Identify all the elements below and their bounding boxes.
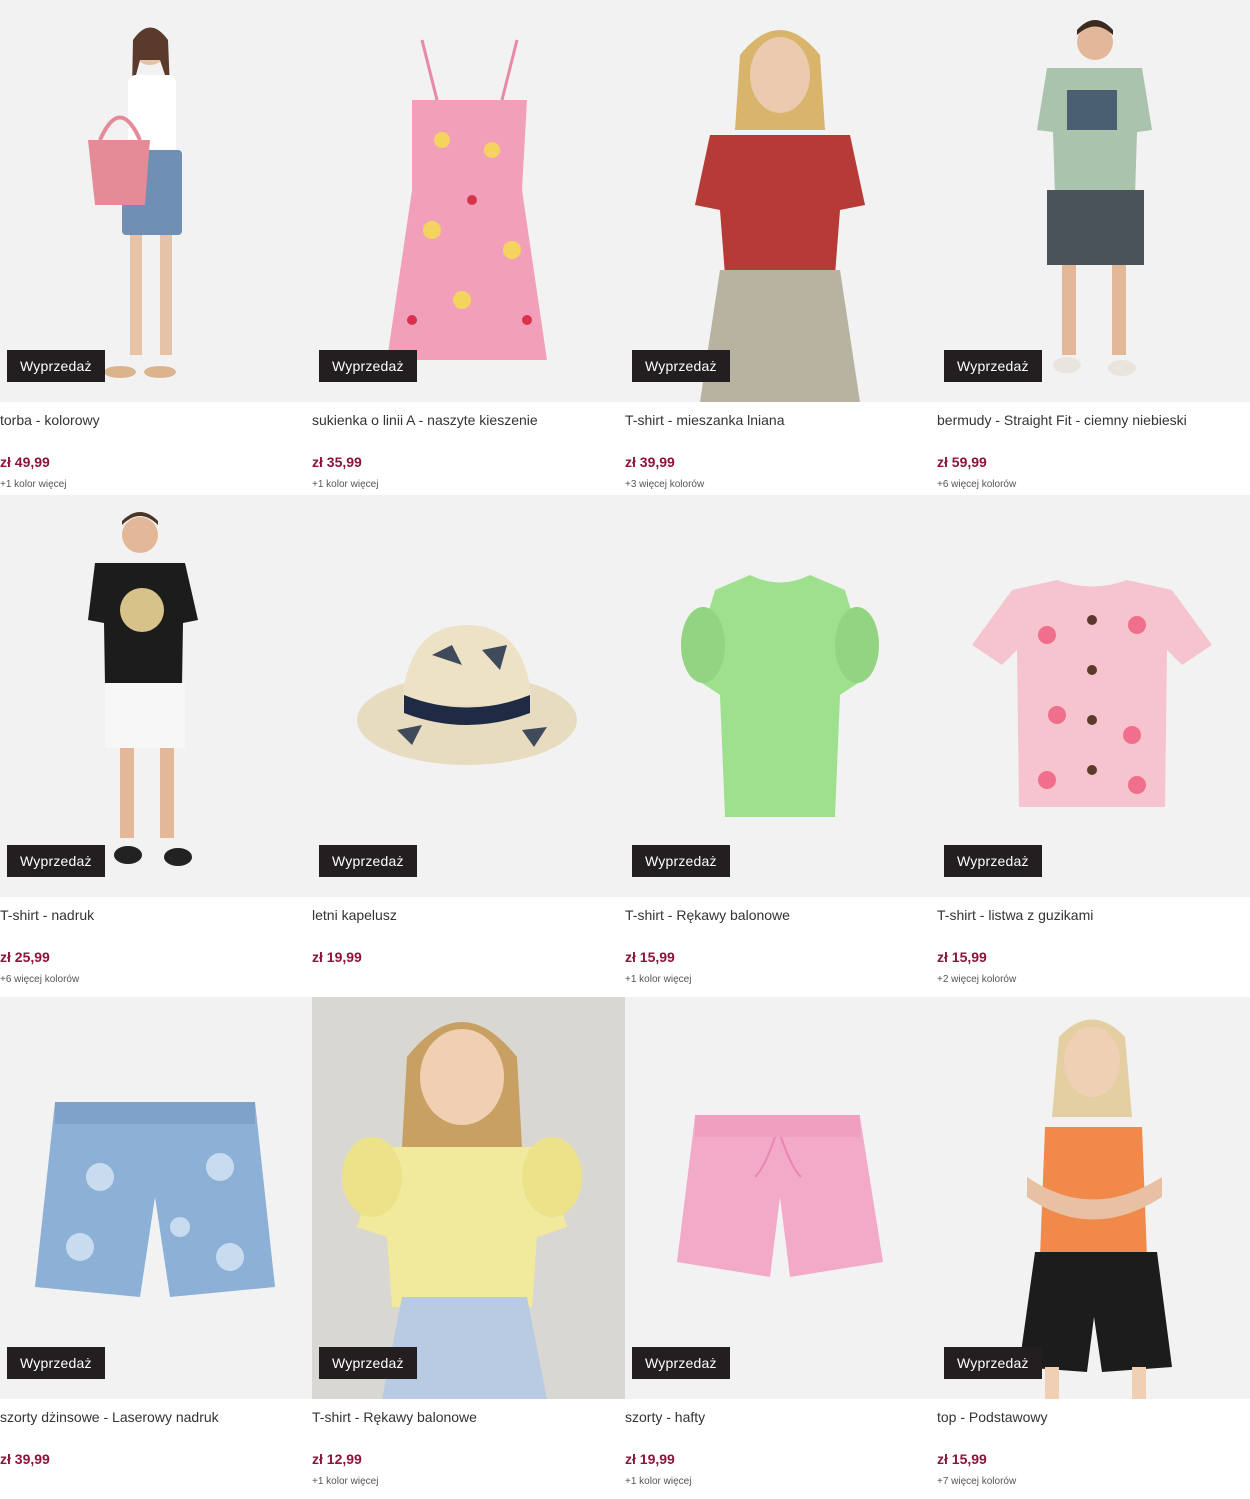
sale-badge: Wyprzedaż	[319, 845, 417, 877]
pink-shorts-image	[625, 997, 938, 1399]
product-price: zł 19,99	[625, 1451, 675, 1467]
girl-yellow-tshirt-image	[312, 997, 625, 1399]
product-title[interactable]: bermudy - Straight Fit - ciemny niebiesk…	[937, 412, 1250, 432]
woman-shorts-bag-image	[0, 0, 313, 402]
sale-badge: Wyprzedaż	[319, 350, 417, 382]
sale-badge: Wyprzedaż	[632, 1347, 730, 1379]
sale-badge: Wyprzedaż	[944, 350, 1042, 382]
product-title[interactable]: T-shirt - Rękawy balonowe	[625, 907, 938, 927]
sale-badge: Wyprzedaż	[7, 1347, 105, 1379]
sale-badge: Wyprzedaż	[7, 350, 105, 382]
product-image[interactable]: Wyprzedaż	[312, 495, 625, 897]
sale-badge: Wyprzedaż	[632, 845, 730, 877]
product-price: zł 15,99	[625, 949, 675, 965]
product-image[interactable]: Wyprzedaż	[0, 997, 313, 1399]
more-colors[interactable]	[312, 974, 625, 986]
more-colors[interactable]: +1 kolor więcej	[625, 1476, 938, 1488]
product-price: zł 39,99	[0, 1451, 50, 1467]
product-image[interactable]: Wyprzedaż	[937, 0, 1250, 402]
product-image[interactable]: Wyprzedaż	[0, 0, 313, 402]
product-price: zł 12,99	[312, 1451, 362, 1467]
product-title[interactable]: T-shirt - Rękawy balonowe	[312, 1409, 625, 1429]
product-card[interactable]: Wyprzedaż T-shirt - mieszanka lniana zł …	[625, 0, 938, 491]
product-price: zł 59,99	[937, 454, 987, 470]
sale-badge: Wyprzedaż	[632, 350, 730, 382]
pink-floral-tshirt-image	[937, 495, 1250, 897]
sale-badge: Wyprzedaż	[944, 845, 1042, 877]
more-colors[interactable]	[0, 1476, 313, 1488]
product-card[interactable]: Wyprzedaż bermudy - Straight Fit - ciemn…	[937, 0, 1250, 491]
product-title[interactable]: sukienka o linii A - naszyte kieszenie	[312, 412, 625, 432]
product-image[interactable]: Wyprzedaż	[625, 0, 938, 402]
product-card[interactable]: Wyprzedaż szorty dżinsowe - Laserowy nad…	[0, 997, 313, 1488]
man-green-tshirt-image	[937, 0, 1250, 402]
more-colors[interactable]: +2 więcej kolorów	[937, 974, 1250, 986]
woman-orange-top-image	[937, 997, 1250, 1399]
product-title[interactable]: T-shirt - nadruk	[0, 907, 313, 927]
more-colors[interactable]: +1 kolor więcej	[312, 1476, 625, 1488]
product-image[interactable]: Wyprzedaż	[937, 997, 1250, 1399]
product-price: zł 25,99	[0, 949, 50, 965]
product-price: zł 15,99	[937, 949, 987, 965]
product-title[interactable]: T-shirt - listwa z guzikami	[937, 907, 1250, 927]
pink-dress-image	[312, 0, 625, 402]
product-image[interactable]: Wyprzedaż	[312, 0, 625, 402]
more-colors[interactable]: +3 więcej kolorów	[625, 479, 938, 491]
product-price: zł 15,99	[937, 1451, 987, 1467]
sale-badge: Wyprzedaż	[319, 1347, 417, 1379]
product-grid: Wyprzedaż torba - kolorowy zł 49,99 +1 k…	[0, 0, 1250, 1499]
green-tshirt-image	[625, 495, 938, 897]
man-black-tshirt-image	[0, 495, 313, 897]
product-image[interactable]: Wyprzedaż	[937, 495, 1250, 897]
more-colors[interactable]: +6 więcej kolorów	[0, 974, 313, 986]
straw-hat-image	[312, 495, 625, 897]
product-price: zł 35,99	[312, 454, 362, 470]
product-price: zł 49,99	[0, 454, 50, 470]
sale-badge: Wyprzedaż	[944, 1347, 1042, 1379]
product-image[interactable]: Wyprzedaż	[0, 495, 313, 897]
product-title[interactable]: torba - kolorowy	[0, 412, 313, 432]
more-colors[interactable]: +1 kolor więcej	[312, 479, 625, 491]
denim-shorts-image	[0, 997, 313, 1399]
product-title[interactable]: top - Podstawowy	[937, 1409, 1250, 1429]
woman-red-tshirt-image	[625, 0, 938, 402]
product-title[interactable]: T-shirt - mieszanka lniana	[625, 412, 938, 432]
product-card[interactable]: Wyprzedaż sukienka o linii A - naszyte k…	[312, 0, 625, 491]
product-price: zł 19,99	[312, 949, 362, 965]
product-title[interactable]: szorty - hafty	[625, 1409, 938, 1429]
product-card[interactable]: Wyprzedaż top - Podstawowy zł 15,99 +7 w…	[937, 997, 1250, 1488]
more-colors[interactable]: +1 kolor więcej	[0, 479, 313, 491]
product-image[interactable]: Wyprzedaż	[625, 997, 938, 1399]
product-title[interactable]: szorty dżinsowe - Laserowy nadruk	[0, 1409, 313, 1429]
product-title[interactable]: letni kapelusz	[312, 907, 625, 927]
product-card[interactable]: Wyprzedaż T-shirt - Rękawy balonowe zł 1…	[312, 997, 625, 1488]
product-image[interactable]: Wyprzedaż	[625, 495, 938, 897]
product-card[interactable]: Wyprzedaż T-shirt - Rękawy balonowe zł 1…	[625, 495, 938, 986]
product-price: zł 39,99	[625, 454, 675, 470]
more-colors[interactable]: +6 więcej kolorów	[937, 479, 1250, 491]
product-card[interactable]: Wyprzedaż szorty - hafty zł 19,99 +1 kol…	[625, 997, 938, 1488]
product-card[interactable]: Wyprzedaż letni kapelusz zł 19,99	[312, 495, 625, 986]
more-colors[interactable]: +7 więcej kolorów	[937, 1476, 1250, 1488]
more-colors[interactable]: +1 kolor więcej	[625, 974, 938, 986]
product-card[interactable]: Wyprzedaż T-shirt - listwa z guzikami zł…	[937, 495, 1250, 986]
sale-badge: Wyprzedaż	[7, 845, 105, 877]
product-card[interactable]: Wyprzedaż T-shirt - nadruk zł 25,99 +6 w…	[0, 495, 313, 986]
product-card[interactable]: Wyprzedaż torba - kolorowy zł 49,99 +1 k…	[0, 0, 313, 491]
product-image[interactable]: Wyprzedaż	[312, 997, 625, 1399]
